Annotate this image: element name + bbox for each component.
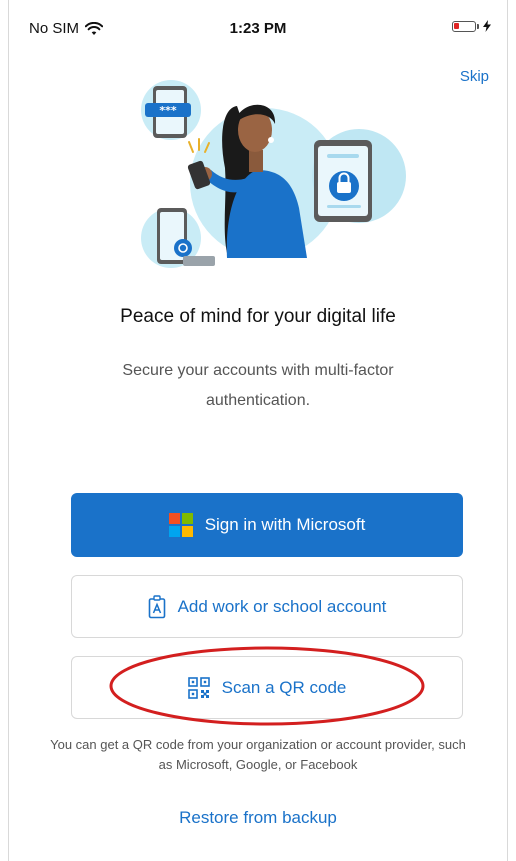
id-badge-icon [148,594,165,618]
qr-code-icon [187,676,210,699]
sign-in-microsoft-label: Sign in with Microsoft [204,515,366,534]
battery-level [454,22,459,29]
phone-lock-illustration [314,140,372,222]
skip-link[interactable]: Skip [460,68,489,85]
page-title: Peace of mind for your digital life [120,306,396,327]
app-screen: No SIM 1:23 PM Skip *** Peace of mind fo… [8,0,508,861]
status-bar: No SIM 1:23 PM [9,0,507,56]
battery-low-icon [452,20,479,32]
add-work-account-button[interactable]: Add work or school account [71,575,463,638]
page-subtitle: Secure your accounts with multi-factor a… [122,362,394,409]
sign-in-microsoft-button[interactable]: Sign in with Microsoft [71,493,463,557]
status-right [452,20,491,32]
person-with-phone-illustration: *** [141,80,406,268]
scan-qr-code-label: Scan a QR code [221,677,347,697]
restore-from-backup-link[interactable]: Restore from backup [9,808,507,828]
password-dots: *** [159,104,177,117]
scan-qr-code-button[interactable]: Scan a QR code [71,656,463,719]
add-work-account-label: Add work or school account [177,596,387,616]
microsoft-logo-icon [168,513,193,537]
bolt-icon [483,20,491,32]
status-time: 1:23 PM [229,20,287,37]
qr-helper-text: You can get a QR code from your organiza… [50,737,466,772]
